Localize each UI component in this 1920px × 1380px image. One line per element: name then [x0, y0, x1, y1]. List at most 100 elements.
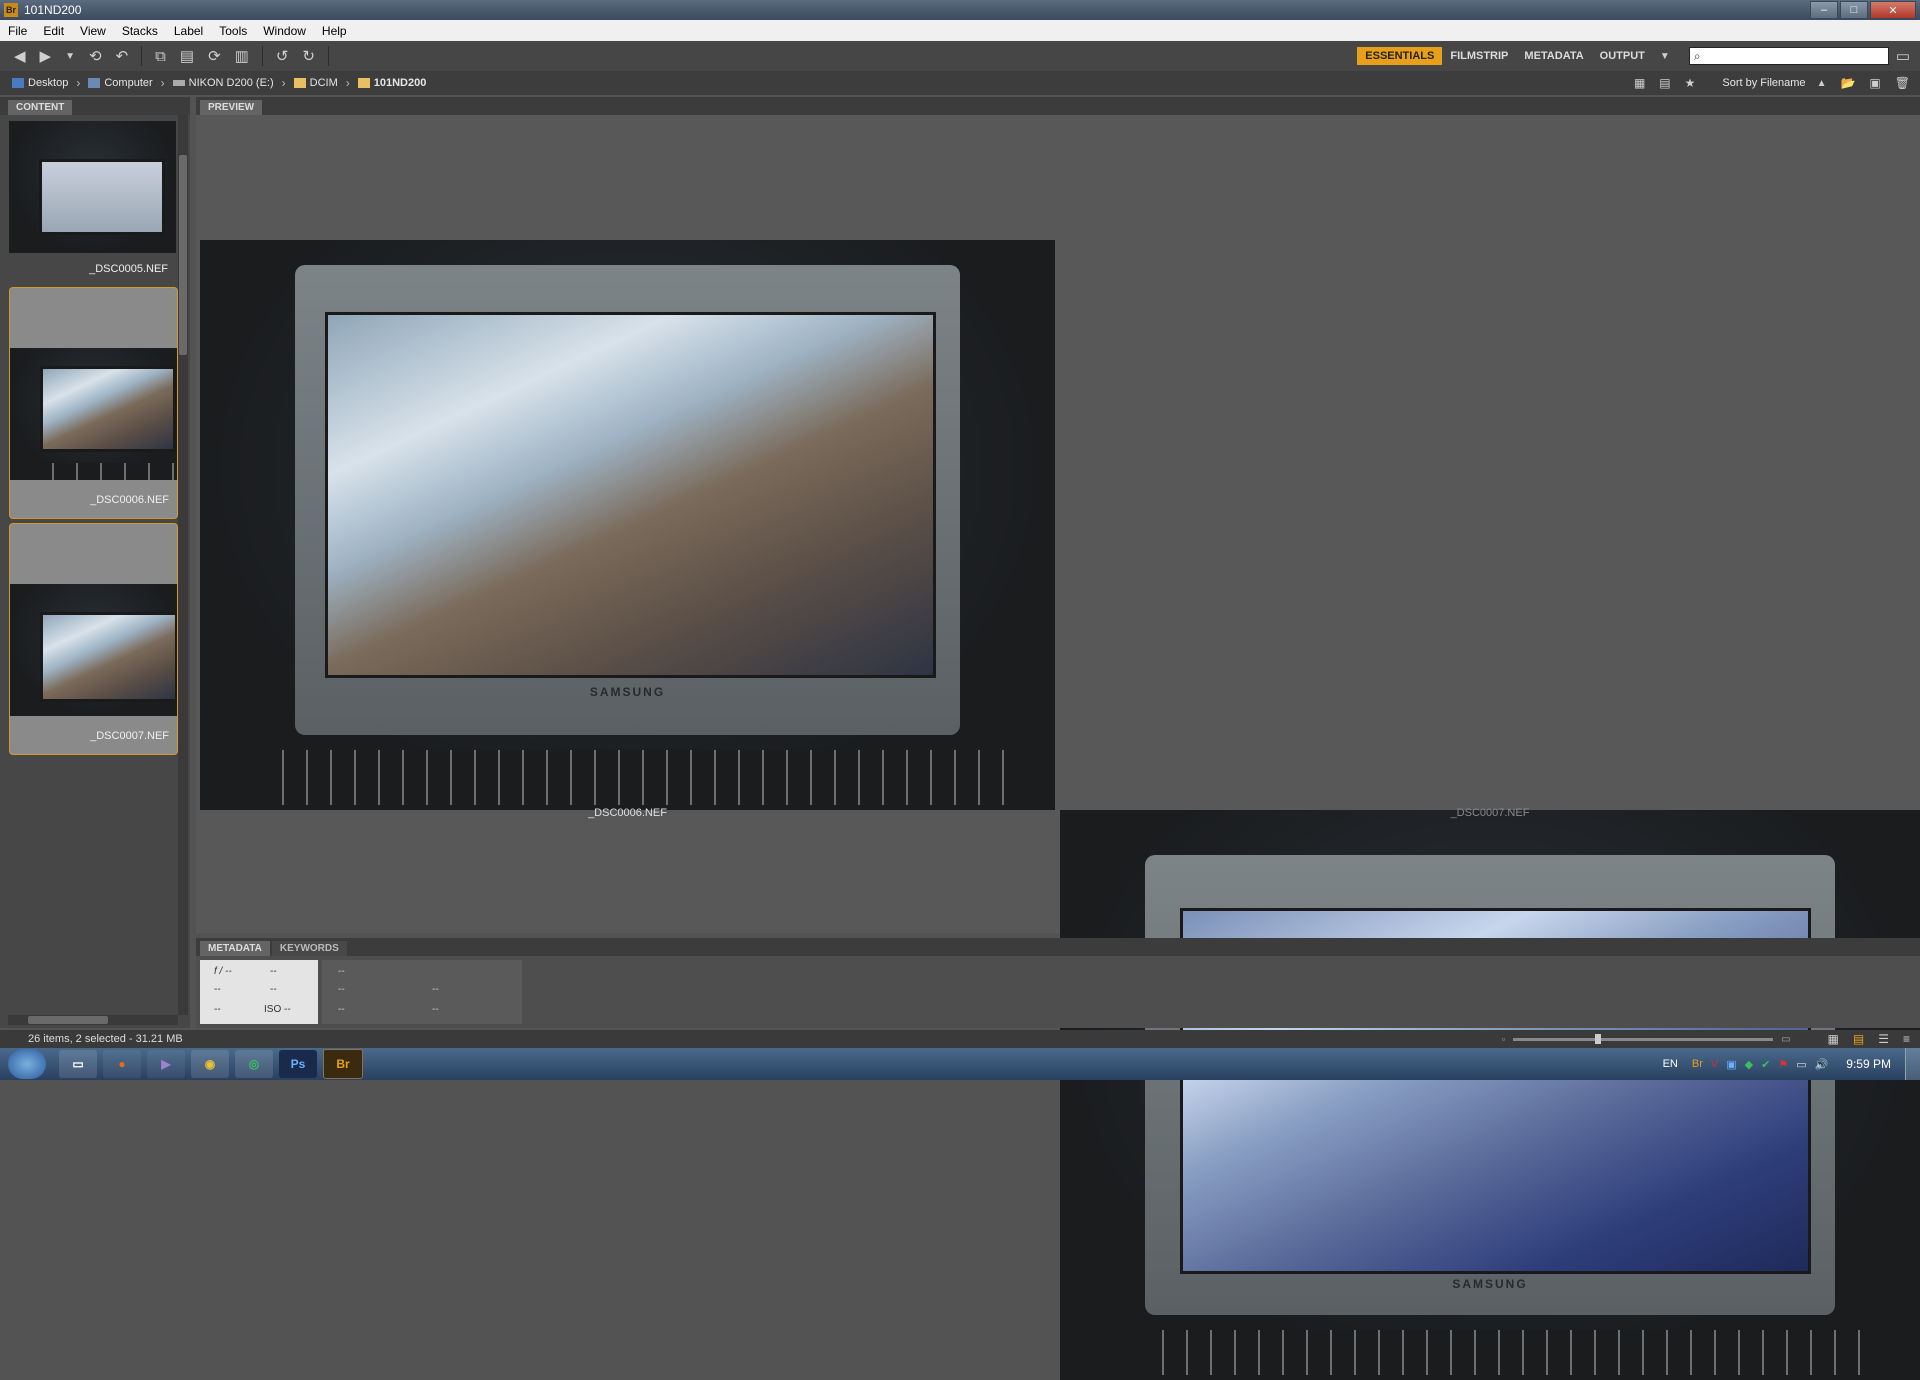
back-arrow-icon[interactable]: ◀ — [14, 47, 26, 65]
bridge-taskbar-icon[interactable]: Br — [323, 1049, 363, 1079]
workspace-dropdown-icon[interactable]: ▼ — [1660, 51, 1670, 62]
crumb-computer[interactable]: Computer — [84, 77, 156, 89]
forward-arrow-icon[interactable]: ▶ — [40, 47, 52, 65]
horizontal-scrollbar[interactable] — [8, 1015, 178, 1025]
volume-tray-icon[interactable]: 🔊 — [1815, 1058, 1829, 1071]
slider-handle[interactable] — [1595, 1033, 1602, 1044]
chevron-right-icon: › — [281, 76, 286, 90]
menu-window[interactable]: Window — [255, 24, 314, 38]
recent-dropdown-icon[interactable]: ▼ — [65, 51, 75, 62]
output-icon[interactable]: ▥ — [235, 47, 249, 65]
clock[interactable]: 9:59 PM — [1846, 1057, 1891, 1071]
minimize-button[interactable]: – — [1810, 1, 1838, 19]
antivirus-tray-icon[interactable]: V — [1711, 1058, 1718, 1070]
details-view-icon[interactable]: ☰ — [1878, 1032, 1889, 1046]
media-player-taskbar-icon[interactable]: ▶ — [147, 1050, 185, 1078]
laptop-brand: SAMSUNG — [589, 685, 666, 699]
thumbnail-view-icon[interactable]: ▤ — [1853, 1032, 1864, 1046]
thumbnail-filename: _DSC0007.NEF — [90, 730, 169, 742]
menu-view[interactable]: View — [72, 24, 114, 38]
tab-keywords[interactable]: KEYWORDS — [271, 941, 347, 956]
action-center-tray-icon[interactable]: ⚑ — [1778, 1058, 1788, 1071]
bridge-tray-icon[interactable]: Br — [1692, 1058, 1703, 1070]
drive-icon — [172, 80, 185, 86]
menu-tools[interactable]: Tools — [211, 24, 255, 38]
crumb-desktop[interactable]: Desktop — [8, 77, 72, 89]
tab-content[interactable]: CONTENT — [8, 100, 73, 115]
grid-view-icon[interactable]: ▦ — [1828, 1032, 1839, 1046]
network-tray-icon[interactable]: ▣ — [1726, 1058, 1736, 1071]
filter-items-icon[interactable]: ▤ — [1659, 76, 1670, 90]
bridge-app-icon: Br — [4, 3, 18, 17]
thumbnail-quality-icon[interactable]: ▦ — [1634, 76, 1645, 90]
star-filter-icon[interactable]: ★ — [1685, 76, 1696, 90]
status-bar: 26 items, 2 selected - 31.21 MB ▫ ▭ ▦ ▤ … — [0, 1030, 1920, 1048]
refine-icon[interactable]: ▤ — [180, 47, 194, 65]
explorer-taskbar-icon[interactable]: ▭ — [59, 1050, 97, 1078]
get-photos-camera-icon[interactable]: ⧉ — [155, 48, 166, 65]
open-in-camera-raw-icon[interactable]: ⟳ — [208, 47, 221, 65]
menu-label[interactable]: Label — [166, 24, 211, 38]
shield-tray-icon[interactable]: ✔ — [1761, 1058, 1770, 1071]
reveal-recent-icon[interactable]: ⟲ — [89, 47, 102, 65]
firefox-taskbar-icon[interactable]: ● — [103, 1050, 141, 1078]
rotate-left-icon[interactable]: ↺ — [276, 47, 289, 65]
profile-value: -- — [432, 1004, 439, 1015]
show-desktop-button[interactable] — [1905, 1048, 1920, 1080]
workspace-output[interactable]: OUTPUT — [1592, 47, 1653, 65]
chrome-taskbar-icon[interactable]: ◉ — [191, 1050, 229, 1078]
trash-icon[interactable]: 🗑 — [1895, 76, 1910, 90]
preview-image[interactable]: SAMSUNG — [200, 240, 1055, 810]
compact-mode-icon[interactable]: ▭ — [1896, 47, 1910, 65]
close-button[interactable]: ✕ — [1870, 1, 1916, 19]
folder-icon — [357, 78, 370, 88]
scrollbar-thumb[interactable] — [28, 1016, 108, 1024]
workspace-essentials[interactable]: ESSENTIALS — [1357, 47, 1443, 65]
menu-help[interactable]: Help — [314, 24, 355, 38]
start-button[interactable] — [8, 1049, 46, 1079]
zoom-in-icon[interactable]: ▭ — [1781, 1034, 1790, 1045]
preview-panel: PREVIEW SAMSUNG _DSC0006.NEF SAMSUNG _DS… — [196, 97, 1920, 1380]
file-data-box: -- -- -- -- -- — [322, 960, 522, 1024]
crumb-label: DCIM — [309, 77, 338, 89]
menu-edit[interactable]: Edit — [35, 24, 72, 38]
thumbnail-size-slider[interactable] — [1513, 1033, 1774, 1044]
toolbar-divider — [141, 46, 143, 66]
menu-file[interactable]: File — [0, 24, 35, 38]
sort-ascending-icon[interactable]: ▲ — [1817, 78, 1827, 89]
preview-image[interactable]: SAMSUNG — [1060, 810, 1920, 1380]
tab-metadata[interactable]: METADATA — [200, 941, 270, 956]
laptop-screen — [325, 312, 936, 678]
chrome-canary-taskbar-icon[interactable]: ◎ — [235, 1050, 273, 1078]
thumbnail-item-selected[interactable]: _DSC0006.NEF — [9, 287, 178, 519]
taskbar: ▭ ● ▶ ◉ ◎ Ps Br EN Br V ▣ ◆ ✔ ⚑ ▭ 🔊 9:59… — [0, 1048, 1920, 1080]
path-bar: Desktop › Computer › NIKON D200 (E:) › D… — [0, 71, 1920, 95]
display-tray-icon[interactable]: ▭ — [1796, 1058, 1806, 1071]
open-recent-folder-icon[interactable]: 📂 — [1840, 76, 1855, 90]
photoshop-taskbar-icon[interactable]: Ps — [279, 1050, 317, 1078]
crumb-label: Computer — [104, 77, 153, 89]
workspace-filmstrip[interactable]: FILMSTRIP — [1442, 47, 1516, 65]
scrollbar-thumb[interactable] — [179, 155, 187, 355]
content-scrollbar[interactable] — [178, 115, 188, 1015]
zoom-out-icon[interactable]: ▫ — [1502, 1034, 1505, 1044]
crumb-dcim[interactable]: DCIM — [290, 77, 342, 89]
list-view-icon[interactable]: ≡ — [1903, 1032, 1910, 1046]
rotate-right-icon[interactable]: ↻ — [302, 47, 315, 65]
menu-stacks[interactable]: Stacks — [114, 24, 166, 38]
search-input[interactable]: ⌕ — [1688, 47, 1889, 65]
workspace-metadata[interactable]: METADATA — [1516, 47, 1591, 65]
crumb-drive[interactable]: NIKON D200 (E:) — [169, 77, 278, 89]
thumbnail-item-selected[interactable]: _DSC0007.NEF — [9, 523, 178, 755]
return-to-app-icon[interactable]: ↶ — [116, 47, 129, 65]
language-indicator[interactable]: EN — [1663, 1058, 1678, 1070]
computer-icon — [88, 78, 101, 88]
sort-dropdown[interactable]: Sort by Filename — [1722, 77, 1805, 89]
preview-filename: _DSC0006.NEF — [588, 807, 667, 819]
new-folder-icon[interactable]: ▣ — [1869, 76, 1880, 90]
maximize-button[interactable]: □ — [1840, 1, 1868, 19]
crumb-current-folder[interactable]: 101ND200 — [354, 77, 431, 89]
tab-preview[interactable]: PREVIEW — [200, 100, 263, 115]
sync-tray-icon[interactable]: ◆ — [1745, 1058, 1753, 1071]
thumbnail-item[interactable]: _DSC0005.NEF — [9, 121, 176, 281]
